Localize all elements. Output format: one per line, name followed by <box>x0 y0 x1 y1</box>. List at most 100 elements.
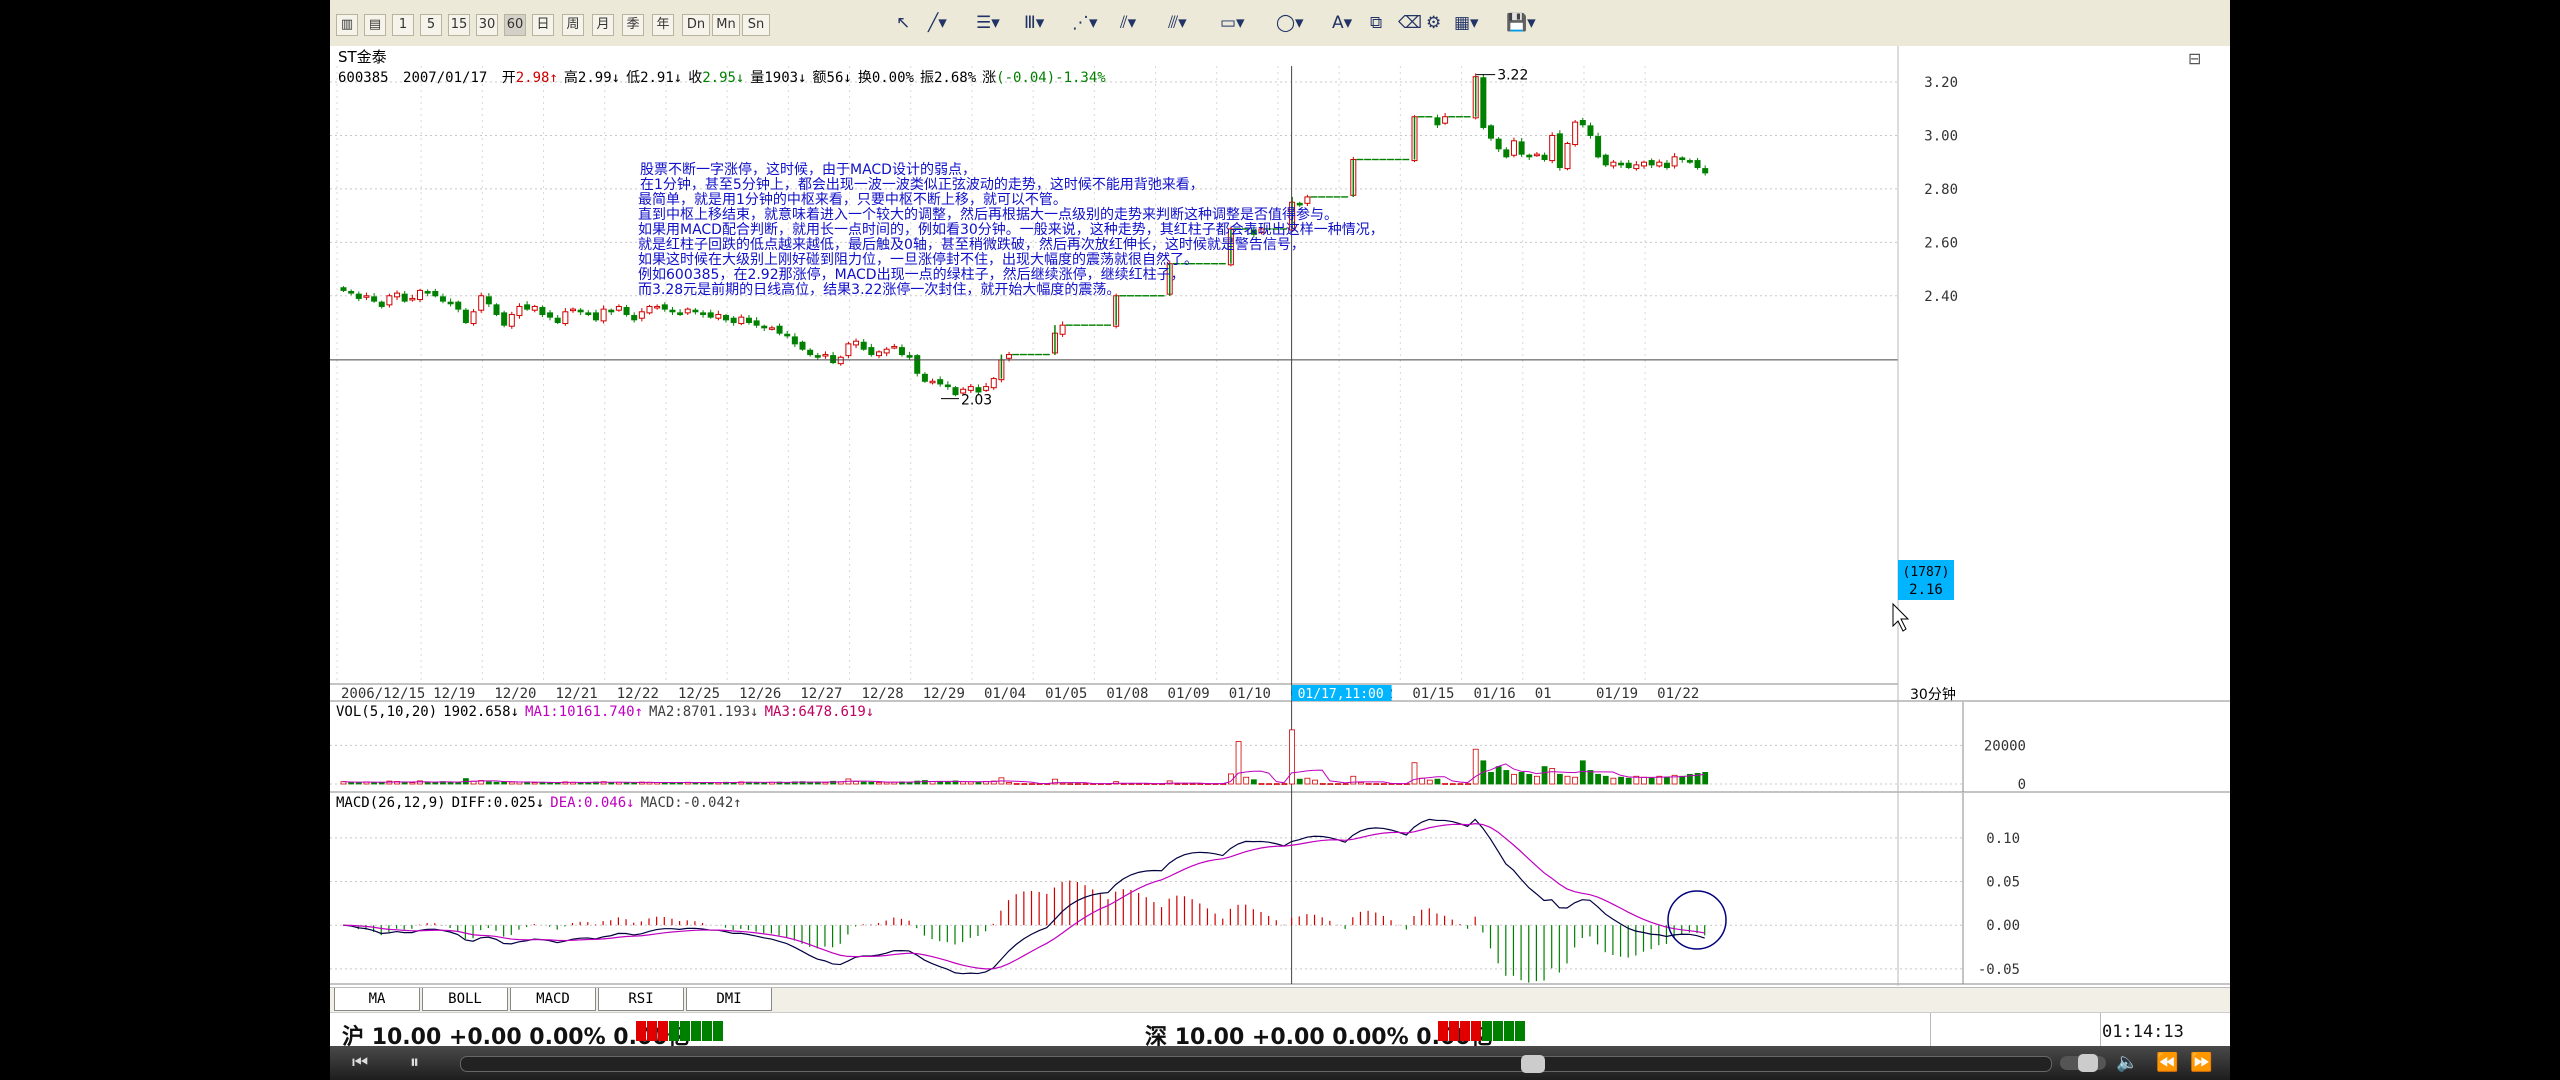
candle-body <box>967 386 974 391</box>
toolbar-btn-year[interactable]: 年 <box>652 14 674 36</box>
candle-body <box>394 292 401 298</box>
candle-body <box>1656 161 1663 167</box>
channel-tool-icon[interactable]: ⫻▾ <box>1168 13 1187 33</box>
candle-body <box>470 311 477 325</box>
rewind-icon[interactable]: ⏪ <box>2156 1052 2178 1073</box>
price-tick-label: 3.20 <box>1924 75 1958 91</box>
candle-body <box>1595 136 1602 158</box>
seek-bar[interactable] <box>460 1055 2052 1073</box>
candle-body <box>348 290 355 294</box>
volume-bar <box>1602 775 1609 785</box>
volume-bar <box>1067 783 1074 786</box>
candle-body <box>1503 149 1510 158</box>
indicator-tab-ma[interactable]: MA <box>334 988 420 1011</box>
candle-body <box>1648 160 1655 166</box>
chart-area[interactable]: 3.22 2.03 2.40 2.60 2.80 3.00 3.20 2006/12/15 1… <box>330 46 2230 987</box>
volume-bar <box>493 781 500 785</box>
fib-tool-icon[interactable]: ☰▾ <box>976 13 1000 33</box>
candle-body <box>608 309 615 313</box>
volume-bar <box>631 782 638 785</box>
crosshair-price: 2.16 <box>1909 582 1943 598</box>
panel-toggle-icon[interactable]: ⊟ <box>2188 49 2201 68</box>
annotation-line: 就是红柱子回跌的低点越来越低，最后触及0轴，甚至稍微跌破，然后再次放红伸长，这时… <box>638 236 1305 253</box>
fan-tool-icon[interactable]: ⋰▾ <box>1072 13 1098 33</box>
indicator-tab-macd[interactable]: MACD <box>510 988 596 1011</box>
text-tool-icon[interactable]: A▾ <box>1332 13 1352 33</box>
volume-bar <box>547 782 553 785</box>
candle-body <box>1702 168 1709 174</box>
toolbar-btn-60[interactable]: 60 <box>504 14 526 36</box>
cycle-tool-icon[interactable]: Ⅲ▾ <box>1024 13 1044 33</box>
seek-handle[interactable] <box>1521 1055 1545 1073</box>
candle-body <box>508 313 515 327</box>
date-tick-label: 12/21 <box>556 686 598 702</box>
settings-tool-icon[interactable]: ⚙ <box>1426 13 1441 33</box>
toolbar-btn-3[interactable]: 1 <box>392 14 414 36</box>
volume-bar <box>1243 776 1250 785</box>
rectangle-tool-icon[interactable]: ▭▾ <box>1220 13 1245 33</box>
line-tool-icon[interactable]: ╱▾ <box>928 13 947 33</box>
toolbar-btn-sn[interactable]: Sn <box>742 14 770 36</box>
toolbar-btn-30[interactable]: 30 <box>476 14 498 36</box>
volume-bar <box>1488 772 1494 785</box>
toolbar-btn-mn[interactable]: Mn <box>712 14 740 36</box>
toolbar-btn-15[interactable]: 15 <box>448 14 470 36</box>
toolbar-btn-1[interactable]: ▥ <box>336 14 358 36</box>
volume-bar <box>401 782 408 785</box>
drawing-toolbar: ▥ ▤ 1 5 15 30 60 日 周 月 季 年 Dn Mn Sn ↖ ╱▾… <box>330 0 2230 47</box>
indicator-tab-rsi[interactable]: RSI <box>598 988 684 1011</box>
volume-bar <box>1534 775 1540 785</box>
indicator-tab-dmi[interactable]: DMI <box>686 988 772 1011</box>
copy-tool-icon[interactable]: ⧉ <box>1370 13 1382 33</box>
annotation-line: 例如600385，在2.92那涨停，MACD出现一点的绿柱子，然后继续涨停，继续… <box>638 266 1185 283</box>
candle-body <box>853 340 860 346</box>
annotation-line: 最简单，就是用1分钟的中枢来看，只要中枢不断上移，就可以不管。 <box>638 191 1067 208</box>
toolbar-btn-month[interactable]: 月 <box>592 14 614 36</box>
indicator-tab-boll[interactable]: BOLL <box>422 988 508 1011</box>
candle-body <box>1296 202 1303 206</box>
candle-body <box>1579 120 1586 126</box>
toolbar-btn-dn[interactable]: Dn <box>682 14 710 36</box>
toolbar-btn-2[interactable]: ▤ <box>364 14 386 36</box>
candle-body <box>592 312 599 321</box>
sz-updown-blocks <box>1438 1021 1526 1041</box>
color-palette-icon[interactable]: ▦▾ <box>1454 13 1479 33</box>
toolbar-btn-5[interactable]: 5 <box>420 14 442 36</box>
candle-body <box>891 346 898 349</box>
gann-tool-icon[interactable]: ⫽▾ <box>1120 13 1136 33</box>
candle-body <box>1671 156 1678 167</box>
prev-icon[interactable]: ⏮ <box>352 1052 368 1073</box>
forward-icon[interactable]: ⏩ <box>2190 1052 2212 1073</box>
cursor-tool-icon[interactable]: ↖ <box>896 13 910 33</box>
volume-slider[interactable] <box>2060 1054 2106 1072</box>
volume-bar <box>1266 783 1273 786</box>
volume-bar <box>371 782 377 785</box>
toolbar-btn-season[interactable]: 季 <box>622 14 644 36</box>
toolbar-btn-day[interactable]: 日 <box>532 14 554 36</box>
pause-icon[interactable]: ⏸ <box>410 1052 419 1073</box>
date-tick-label: 01 <box>1535 686 1552 702</box>
vol-header-item: VOL(5,10,20) <box>336 704 437 720</box>
ellipse-tool-icon[interactable]: ◯▾ <box>1276 13 1304 33</box>
volume-bar <box>348 781 355 785</box>
candle-body <box>638 311 645 319</box>
volume-bar <box>1511 773 1517 785</box>
volume-bar <box>1495 766 1502 785</box>
volume-bar <box>623 782 630 785</box>
period-label: 30分钟 <box>1910 686 1956 703</box>
candle-body <box>424 290 431 294</box>
eraser-tool-icon[interactable]: ⌫ <box>1398 13 1422 33</box>
volume-bar <box>853 781 859 785</box>
volume-bar <box>1572 776 1579 785</box>
candle-body <box>439 296 446 302</box>
speaker-icon[interactable]: 🔈 <box>2116 1052 2138 1073</box>
stock-name: ST金泰 <box>338 48 387 66</box>
toolbar-btn-week[interactable]: 周 <box>562 14 584 36</box>
vol-header-item: MA1:10161.740↑ <box>525 704 643 720</box>
candle-body <box>1618 162 1625 166</box>
save-icon[interactable]: 💾▾ <box>1506 13 1536 33</box>
volume-bar <box>1526 773 1533 785</box>
macd-header-item: MACD(26,12,9) <box>336 795 446 811</box>
candle-body <box>799 341 806 350</box>
quote-label: 量 <box>750 70 764 86</box>
